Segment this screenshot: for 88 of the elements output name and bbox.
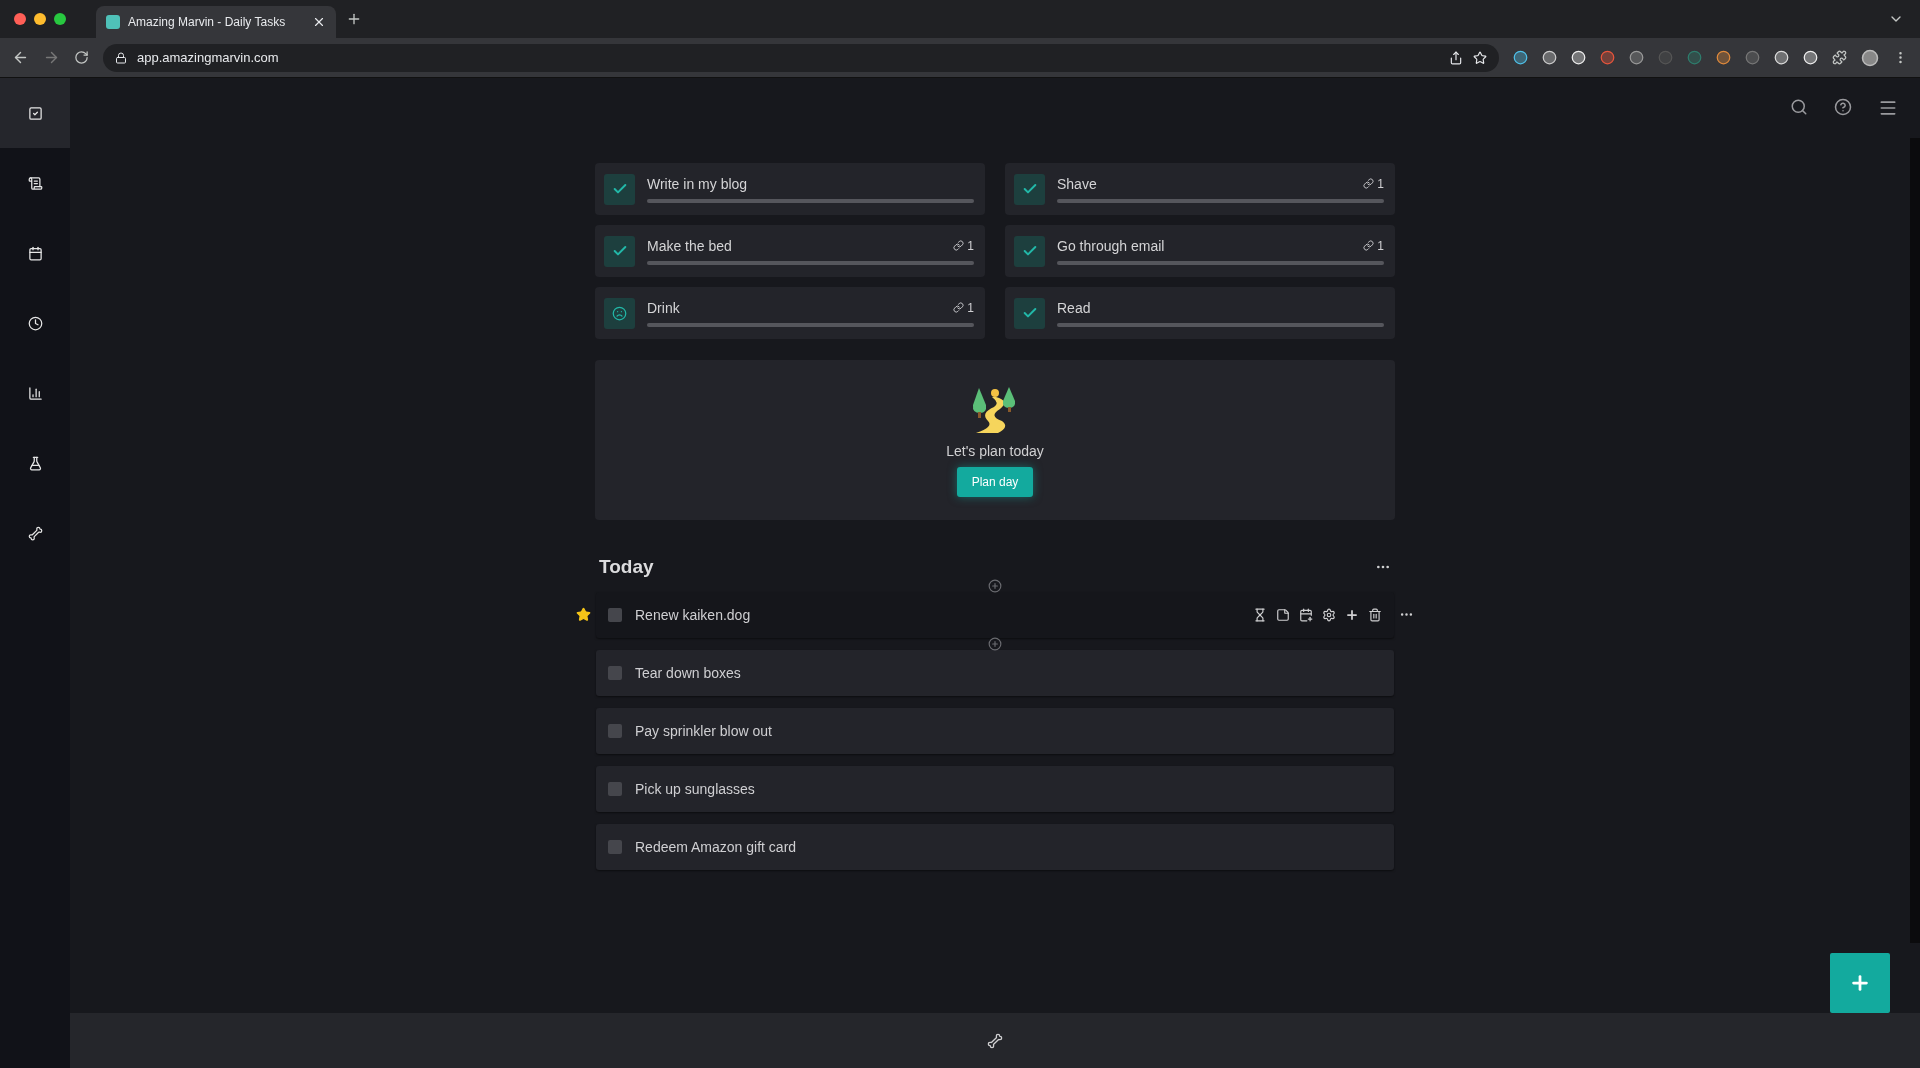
habit-status[interactable] [1014,235,1045,267]
minimize-window-button[interactable] [34,13,46,25]
hourglass-icon[interactable] [1253,608,1267,622]
plus-circle-icon [988,579,1002,593]
habit-count: 1 [967,300,974,315]
link-icon [1363,240,1375,251]
maximize-window-button[interactable] [54,13,66,25]
favicon-icon [106,15,120,29]
habit-card[interactable]: Make the bed 1 [595,225,985,277]
trash-icon[interactable] [1368,608,1382,622]
flask-icon [27,455,43,471]
search-icon [1790,98,1808,116]
extension-icon[interactable] [1513,50,1528,65]
task-row[interactable]: Pay sprinkler blow out [596,708,1394,754]
task-row[interactable]: Redeem Amazon gift card [596,824,1394,870]
habit-status[interactable] [604,297,635,329]
habit-card[interactable]: Shave 1 [1005,163,1395,215]
extension-icon[interactable] [1629,50,1644,65]
link-icon [953,240,965,251]
url-text: app.amazingmarvin.com [137,50,280,65]
add-below-button[interactable] [988,637,1002,651]
habit-card[interactable]: Drink 1 [595,287,985,339]
habit-status[interactable] [1014,173,1045,205]
task-name: Redeem Amazon gift card [635,839,798,855]
habit-name: Drink [647,299,680,316]
scroll-icon [27,175,43,191]
extension-icon[interactable] [1716,50,1731,65]
avatar-icon[interactable] [1861,48,1879,67]
task-name: Pick up sunglasses [635,781,756,797]
back-icon[interactable] [12,49,29,66]
menu-icon [1878,98,1898,118]
habit-status[interactable] [1014,297,1045,329]
reload-icon[interactable] [74,50,89,65]
habit-count: 1 [967,238,974,253]
habit-name: Read [1057,299,1091,316]
task-checkbox[interactable] [608,840,622,854]
bone-icon [27,525,43,541]
close-window-button[interactable] [14,13,26,25]
task-checkbox[interactable] [608,724,622,738]
tab-title: Amazing Marvin - Daily Tasks [128,15,287,29]
habit-name: Make the bed [647,237,732,254]
frown-icon [612,305,627,321]
section-title: Today [599,556,654,578]
habit-name: Shave [1057,175,1097,192]
forward-icon[interactable] [43,49,60,66]
habit-status[interactable] [604,235,635,267]
habit-card[interactable]: Write in my blog [595,163,985,215]
habit-card[interactable]: Read [1005,287,1395,339]
link-icon [953,302,965,313]
lock-icon [115,51,127,64]
task-name: Tear down boxes [635,665,742,681]
star-icon[interactable] [576,607,591,622]
bookmark-star-icon[interactable] [1473,50,1487,65]
plus-icon [1849,972,1871,994]
task-row[interactable]: Renew kaiken.dog [596,592,1394,638]
plus-icon[interactable] [1345,608,1359,622]
calendar-icon [27,245,43,261]
new-tab-icon[interactable] [346,11,362,27]
checkbox-icon [27,105,43,121]
habit-count: 1 [1377,176,1384,191]
habit-name: Write in my blog [647,175,748,192]
add-above-button[interactable] [988,579,1002,593]
link-icon [1363,178,1375,189]
browser-tab[interactable]: Amazing Marvin - Daily Tasks [96,6,336,38]
clock-icon [27,315,43,331]
note-icon[interactable] [1276,608,1290,622]
habit-card[interactable]: Go through email 1 [1005,225,1395,277]
task-checkbox[interactable] [608,666,622,680]
habit-count: 1 [1377,238,1384,253]
bone-icon[interactable] [987,1032,1003,1049]
close-icon[interactable] [312,15,326,29]
task-row[interactable]: Tear down boxes [596,650,1394,696]
share-icon[interactable] [1449,50,1463,65]
habit-status[interactable] [604,173,635,205]
settings-icon[interactable] [1322,608,1336,622]
calendar-plus-icon[interactable] [1299,608,1313,622]
bar-chart-icon [27,385,43,401]
habit-name: Go through email [1057,237,1165,254]
plan-message: Let's plan today [946,443,1044,459]
task-row[interactable]: Pick up sunglasses [596,766,1394,812]
task-name: Pay sprinkler blow out [635,723,773,739]
task-checkbox[interactable] [608,608,622,622]
help-icon [1834,98,1852,116]
address-bar[interactable]: app.amazingmarvin.com [103,43,1499,72]
task-name: Renew kaiken.dog [635,607,752,623]
task-checkbox[interactable] [608,782,622,796]
puzzle-icon[interactable] [1832,50,1847,65]
plus-circle-icon [988,637,1002,651]
